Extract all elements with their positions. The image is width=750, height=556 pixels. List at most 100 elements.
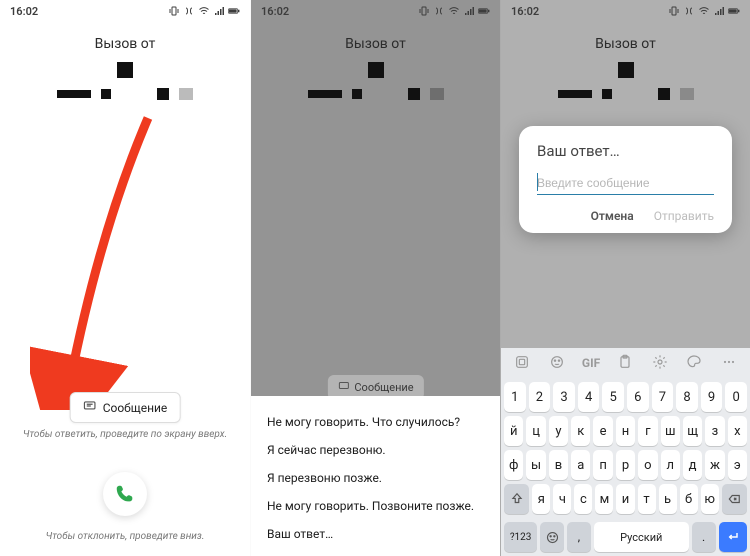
key-3[interactable]: 3 — [553, 382, 575, 412]
key-с[interactable]: с — [574, 484, 592, 514]
sticker-icon[interactable] — [507, 354, 537, 373]
key-т[interactable]: т — [638, 484, 656, 514]
send-button[interactable]: Отправить — [654, 209, 714, 223]
key-ж[interactable]: ж — [705, 450, 724, 480]
quick-reply-option[interactable]: Я сейчас перезвоню. — [267, 437, 484, 463]
status-bar: 16:02 — [251, 0, 500, 22]
key-я[interactable]: я — [532, 484, 550, 514]
key-г[interactable]: г — [638, 416, 657, 446]
hint-decline: Чтобы отклонить, проведите вниз. — [0, 530, 250, 543]
key-ч[interactable]: ч — [553, 484, 571, 514]
key-в[interactable]: в — [549, 450, 568, 480]
key-8[interactable]: 8 — [676, 382, 698, 412]
vibrate-icon — [418, 5, 430, 17]
status-icons — [168, 5, 240, 17]
key-и[interactable]: и — [616, 484, 634, 514]
key-space[interactable]: Русский — [594, 522, 689, 552]
key-5[interactable]: 5 — [602, 382, 624, 412]
key-ы[interactable]: ы — [526, 450, 545, 480]
custom-reply-dialog: Ваш ответ… Отмена Отправить — [519, 126, 732, 233]
quick-reply-option[interactable]: Не могу говорить. Что случилось? — [267, 409, 484, 435]
key-ц[interactable]: ц — [526, 416, 545, 446]
caller-info: Вызов от — [501, 22, 750, 100]
status-time: 16:02 — [10, 5, 38, 18]
incoming-call-label: Вызов от — [501, 36, 750, 52]
key-у[interactable]: у — [549, 416, 568, 446]
gif-button[interactable]: GIF — [576, 356, 606, 370]
status-bar: 16:02 — [0, 0, 250, 22]
theme-icon[interactable] — [679, 354, 709, 373]
key-ю[interactable]: ю — [701, 484, 719, 514]
caller-info: Вызов от — [251, 22, 500, 100]
quick-reply-option[interactable]: Я перезвоню позже. — [267, 465, 484, 491]
soft-keyboard: GIF 1234567890 йцукенгшщзх фывапролджэ я… — [501, 348, 750, 556]
message-icon — [337, 380, 349, 395]
phone-icon — [114, 483, 136, 505]
key-0[interactable]: 0 — [725, 382, 747, 412]
key-д[interactable]: д — [683, 450, 702, 480]
settings-icon[interactable] — [645, 354, 675, 373]
screenshot-custom-reply: 16:02 Вызов от Ваш ответ… Отмена Отправи… — [500, 0, 750, 556]
key-з[interactable]: з — [705, 416, 724, 446]
message-icon — [83, 399, 97, 416]
message-chip-label: Сообщение — [103, 401, 168, 415]
keyboard-toolbar: GIF — [501, 348, 750, 378]
key-о[interactable]: о — [638, 450, 657, 480]
answer-call-button[interactable] — [103, 472, 147, 516]
key-ф[interactable]: ф — [504, 450, 523, 480]
dialog-title: Ваш ответ… — [537, 142, 714, 160]
text-cursor — [537, 173, 538, 191]
cancel-button[interactable]: Отмена — [591, 209, 634, 223]
reply-with-message-button[interactable]: Сообщение — [70, 392, 181, 423]
key-4[interactable]: 4 — [578, 382, 600, 412]
wifi-icon — [698, 5, 710, 17]
status-time: 16:02 — [511, 5, 539, 18]
key-л[interactable]: л — [661, 450, 680, 480]
caller-name-redacted — [501, 62, 750, 100]
battery-icon — [728, 5, 740, 17]
key-7[interactable]: 7 — [652, 382, 674, 412]
more-icon[interactable] — [714, 354, 744, 373]
key-а[interactable]: а — [571, 450, 590, 480]
quick-reply-custom[interactable]: Ваш ответ… — [267, 521, 484, 547]
key-к[interactable]: к — [571, 416, 590, 446]
vibrate-icon — [668, 5, 680, 17]
key-1[interactable]: 1 — [504, 382, 526, 412]
key-м[interactable]: м — [595, 484, 613, 514]
key-shift[interactable] — [504, 484, 529, 514]
caller-name-redacted — [251, 62, 500, 100]
screenshot-incoming-call: 16:02 Вызов от Сообщение Чтобы ответить,… — [0, 0, 250, 556]
key-ш[interactable]: ш — [661, 416, 680, 446]
battery-icon — [478, 5, 490, 17]
key-р[interactable]: р — [616, 450, 635, 480]
key-б[interactable]: б — [680, 484, 698, 514]
key-х[interactable]: х — [728, 416, 747, 446]
wifi-icon — [448, 5, 460, 17]
quick-reply-option[interactable]: Не могу говорить. Позвоните позже. — [267, 493, 484, 519]
key-6[interactable]: 6 — [627, 382, 649, 412]
key-э[interactable]: э — [728, 450, 747, 480]
key-п[interactable]: п — [593, 450, 612, 480]
keyboard-rows: 1234567890 йцукенгшщзх фывапролджэ ячсми… — [501, 378, 750, 518]
battery-icon — [228, 5, 240, 17]
key-9[interactable]: 9 — [701, 382, 723, 412]
key-щ[interactable]: щ — [683, 416, 702, 446]
emoji-icon[interactable] — [541, 354, 571, 373]
key-symbols[interactable]: ?123 — [504, 522, 537, 552]
screenshot-quick-replies: 16:02 Вызов от Сообщение Не могу говорит… — [250, 0, 500, 556]
key-ь[interactable]: ь — [659, 484, 677, 514]
hint-answer: Чтобы ответить, проведите по экрану ввер… — [0, 428, 250, 441]
clipboard-icon[interactable] — [610, 354, 640, 373]
key-enter[interactable] — [719, 522, 748, 552]
signal-icon — [713, 5, 725, 17]
annotation-arrow — [30, 110, 160, 410]
reply-input[interactable] — [537, 172, 714, 195]
key-н[interactable]: н — [616, 416, 635, 446]
key-е[interactable]: е — [593, 416, 612, 446]
key-comma[interactable]: , — [567, 522, 591, 552]
key-backspace[interactable] — [722, 484, 747, 514]
key-period[interactable]: . — [692, 522, 716, 552]
key-2[interactable]: 2 — [529, 382, 551, 412]
key-emoji[interactable] — [540, 522, 564, 552]
key-й[interactable]: й — [504, 416, 523, 446]
